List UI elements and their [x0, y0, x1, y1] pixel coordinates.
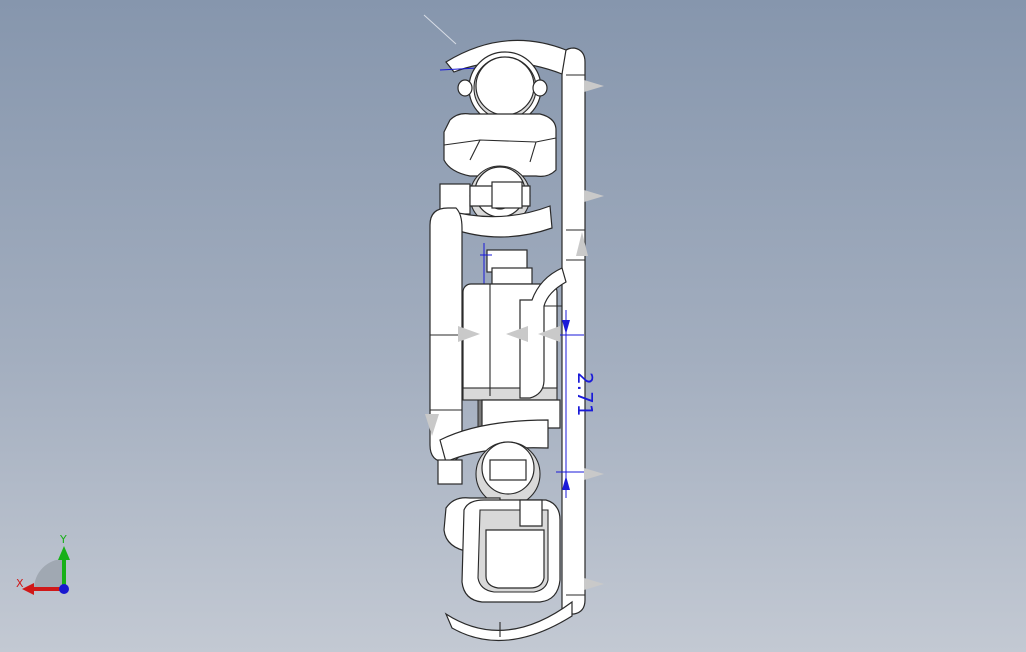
cad-model-view[interactable]: 2.71 Y X: [0, 0, 1026, 652]
bottom-arc-cap[interactable]: [444, 600, 573, 642]
triad-x-label: X: [16, 577, 24, 590]
leader-line: [423, 14, 457, 45]
reference-triad: Y X: [16, 533, 70, 595]
triad-y-label: Y: [59, 533, 67, 546]
mid-connector[interactable]: [480, 243, 533, 285]
lower-body-block[interactable]: [443, 497, 561, 603]
graphics-viewport[interactable]: 2.71 Y X: [0, 0, 1026, 652]
dimension-value: 2.71: [573, 372, 597, 417]
